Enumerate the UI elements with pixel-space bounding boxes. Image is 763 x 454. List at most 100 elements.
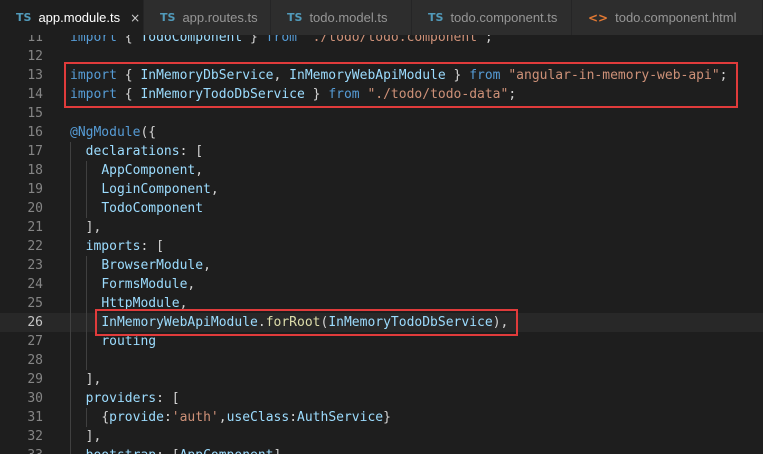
code-text: @NgModule({ [70, 123, 156, 142]
tab-label: app.module.ts [38, 10, 121, 25]
code-line[interactable]: 22 imports: [ [0, 237, 763, 256]
tab-todo-model-ts[interactable]: TS todo.model.ts [271, 0, 412, 35]
code-text: bootstrap: [AppComponent] [86, 446, 282, 454]
line-number: 15 [27, 106, 43, 121]
line-number: 11 [27, 35, 43, 45]
code-token: "./todo/todo-data" [367, 87, 509, 102]
code-line[interactable]: 27 routing [0, 332, 763, 351]
code-token: AuthService [297, 410, 384, 425]
code-line[interactable]: 20 TodoComponent [0, 199, 763, 218]
code-line[interactable]: 18 AppComponent, [0, 161, 763, 180]
line-number: 28 [27, 353, 43, 368]
code-line[interactable]: 15 [0, 104, 763, 123]
line-number: 22 [27, 239, 43, 254]
code-token: ), [492, 315, 509, 330]
code-line[interactable]: 17 declarations: [ [0, 142, 763, 161]
tab-app-module-ts[interactable]: TS app.module.ts × [0, 0, 144, 35]
code-token: AppComponent [101, 163, 196, 178]
code-token: ({ [140, 125, 157, 140]
code-token: HttpModule [101, 296, 180, 311]
tab-todo-component-html[interactable]: <> todo.component.html [572, 0, 763, 35]
code-line[interactable]: 32], [0, 427, 763, 446]
code-text: ], [86, 427, 102, 446]
indent-guide [70, 180, 71, 199]
code-token: : [289, 410, 298, 425]
code-text: import { TodoComponent } from "./todo/to… [70, 35, 493, 47]
code-text: InMemoryWebApiModule.forRoot(InMemoryTod… [101, 313, 508, 332]
code-text: BrowserModule, [101, 256, 211, 275]
code-token: forRoot [265, 315, 321, 330]
code-token: from [328, 87, 360, 102]
code-line[interactable]: 16 @NgModule({ [0, 123, 763, 142]
code-token: ] [274, 448, 282, 454]
code-text: providers: [ [86, 389, 180, 408]
line-number: 19 [27, 182, 43, 197]
line-number: 31 [27, 410, 43, 425]
code-token: provide [109, 410, 164, 425]
code-text: ], [86, 218, 102, 237]
code-line[interactable]: 31 {provide:'auth',useClass:AuthService} [0, 408, 763, 427]
line-number: 14 [27, 87, 43, 102]
code-token: declarations [85, 144, 180, 159]
code-token: TodoComponent [101, 201, 204, 216]
line-number: 24 [27, 277, 43, 292]
code-token: ; [508, 87, 517, 102]
code-token: , [203, 258, 211, 273]
code-token: ], [85, 429, 102, 444]
code-token: InMemoryWebApiModule [289, 68, 446, 83]
code-token: : [ [179, 144, 204, 159]
line-number: 30 [27, 391, 43, 406]
code-text: import { InMemoryTodoDbService } from ".… [70, 85, 516, 104]
code-line[interactable]: 19 LoginComponent, [0, 180, 763, 199]
code-token: { [116, 68, 141, 83]
code-line[interactable]: 11 import { TodoComponent } from "./todo/… [0, 35, 763, 47]
code-token: : [163, 410, 172, 425]
code-line[interactable]: 28 [0, 351, 763, 370]
code-line[interactable]: 21], [0, 218, 763, 237]
indent-guide [70, 142, 71, 161]
code-token: InMemoryTodoDbService [328, 315, 493, 330]
tab-bar: TS app.module.ts × TS app.routes.ts TS todo.mo… [0, 0, 763, 35]
code-token: . [257, 315, 266, 330]
code-line[interactable]: 12 [0, 47, 763, 66]
code-line[interactable]: 33 bootstrap: [AppComponent] [0, 446, 763, 454]
code-token: from [265, 35, 297, 45]
code-line[interactable]: 25 HttpModule, [0, 294, 763, 313]
indent-guide [85, 408, 87, 427]
typescript-file-icon: TS [428, 11, 444, 24]
code-token: ; [719, 68, 728, 83]
code-text: imports: [ [86, 237, 164, 256]
code-token: imports [85, 239, 141, 254]
tab-app-routes-ts[interactable]: TS app.routes.ts [144, 0, 271, 35]
indent-guide [70, 275, 71, 294]
code-line[interactable]: 14 import { InMemoryTodoDbService } from … [0, 85, 763, 104]
typescript-file-icon: TS [287, 11, 303, 24]
code-text: import { InMemoryDbService, InMemoryWebA… [70, 66, 728, 85]
code-text: FormsModule, [101, 275, 195, 294]
line-number: 26 [27, 315, 43, 330]
code-token: InMemoryWebApiModule [101, 315, 258, 330]
code-token: from [469, 68, 501, 83]
code-token: import [70, 87, 117, 102]
code-text: LoginComponent, [101, 180, 218, 199]
indent-guide [85, 313, 87, 332]
code-editor: TS app.module.ts × TS app.routes.ts TS todo.mo… [0, 0, 763, 454]
code-line[interactable]: 23 BrowserModule, [0, 256, 763, 275]
typescript-file-icon: TS [16, 11, 32, 24]
tab-label: todo.model.ts [309, 10, 388, 25]
code-line[interactable]: 26 InMemoryWebApiModule.forRoot(InMemoryT… [0, 313, 763, 332]
code-token: } [304, 87, 329, 102]
tab-todo-component-ts[interactable]: TS todo.component.ts [412, 0, 572, 35]
line-number: 29 [27, 372, 43, 387]
code-line[interactable]: 30 providers: [ [0, 389, 763, 408]
code-line[interactable]: 24 FormsModule, [0, 275, 763, 294]
code-token: , [187, 277, 196, 292]
close-icon[interactable]: × [130, 11, 140, 25]
line-number: 12 [27, 49, 43, 64]
code-token: useClass [226, 410, 290, 425]
code-area[interactable]: 11 import { TodoComponent } from "./todo/… [0, 35, 763, 454]
code-token: , [179, 296, 188, 311]
code-line[interactable]: 13 import { InMemoryDbService, InMemoryWe… [0, 66, 763, 85]
code-line[interactable]: 29], [0, 370, 763, 389]
